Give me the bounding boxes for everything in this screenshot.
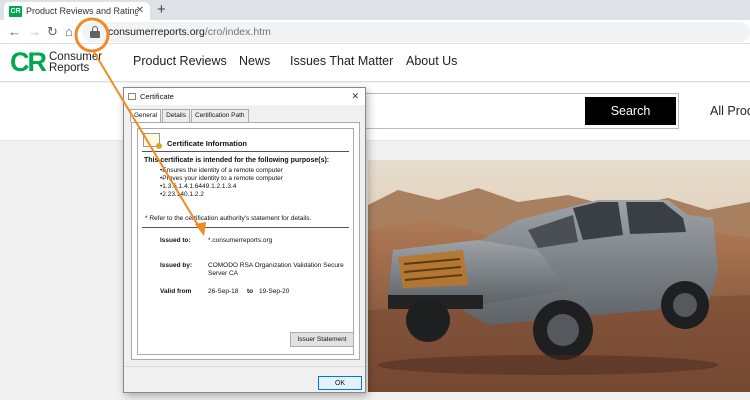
certificate-icon [128,93,136,100]
back-icon[interactable]: ← [8,24,21,39]
url-path: /cro/index.htm [204,26,271,38]
purpose-list: Ensures the identity of a remote compute… [160,167,283,199]
list-item: Ensures the identity of a remote compute… [160,167,283,175]
certificate-tabs: General Details Certification Path [130,109,365,122]
divider [142,151,349,152]
logo-mark: CR [10,47,47,77]
logo-wordmark: Consumer Reports [49,51,102,74]
dialog-footer: OK [124,366,365,392]
valid-to-label: to [247,288,254,295]
issuer-statement-button[interactable]: Issuer Statement [290,332,354,347]
certificate-dialog: Certificate ✕ General Details Certificat… [123,87,366,393]
ok-button[interactable]: OK [318,376,362,390]
search-button[interactable]: Search [585,97,676,125]
issued-by-value: COMODO RSA Organization Validation Secur… [208,262,344,277]
reload-icon[interactable]: ↻ [47,24,58,40]
address-bar[interactable]: consumerreports.org/cro/index.htm [82,22,750,42]
tab-general[interactable]: General [130,109,162,122]
valid-from-value: 26-Sep-18 [208,288,239,295]
pickup-truck-photo [368,160,750,392]
home-icon[interactable]: ⌂ [65,24,73,39]
valid-to-value: 19-Sep-20 [259,288,290,295]
certificate-titlebar[interactable]: Certificate ✕ [124,88,365,105]
certificate-info-heading: Certificate Information [167,139,248,148]
browser-tab-strip: CR Product Reviews and Ratings - C ✕ + [0,0,750,20]
cr-favicon-icon: CR [9,5,22,17]
issued-to-value: *.consumerreports.org [208,237,273,244]
close-icon[interactable]: ✕ [351,91,359,102]
certificate-info-box: Certificate Information This certificate… [137,128,354,355]
tab-title: Product Reviews and Ratings - C [26,6,138,16]
purpose-heading: This certificate is intended for the fol… [144,157,330,164]
list-item: 1.3.6.1.4.1.6449.1.2.1.3.4 [160,183,283,191]
search-band: Search All Prod [0,83,750,141]
close-icon[interactable]: ✕ [136,5,144,16]
certificate-badge-icon [143,133,162,149]
url-domain: consumerreports.org [108,26,205,38]
hero-image[interactable] [368,160,750,392]
site-header: CR Consumer Reports Product Reviews News… [0,44,750,82]
nav-issues-that-matter[interactable]: Issues That Matter [290,54,393,68]
list-item: Proves your identity to a remote compute… [160,175,283,183]
nav-about-us[interactable]: About Us [406,54,457,68]
new-tab-icon[interactable]: + [157,1,166,18]
issued-by-label: Issued by: [160,262,193,269]
issued-to-label: Issued to: [160,237,191,244]
tab-certification-path[interactable]: Certification Path [191,109,249,122]
divider [142,227,349,228]
reference-note: * Refer to the certification authority's… [145,215,312,222]
valid-from-label: Valid from [160,288,192,295]
forward-icon[interactable]: → [28,24,41,39]
tab-details[interactable]: Details [162,109,190,122]
list-item: 2.23.140.1.2.2 [160,191,283,199]
browser-toolbar: ← → ↻ ⌂ consumerreports.org/cro/index.ht… [0,20,750,44]
consumer-reports-logo[interactable]: CR Consumer Reports [10,49,102,76]
general-panel: Certificate Information This certificate… [131,122,360,360]
all-products-link[interactable]: All Prod [710,104,750,118]
browser-tab[interactable]: CR Product Reviews and Ratings - C ✕ [4,2,150,20]
logo-line2: Reports [49,61,90,74]
certificate-window-title: Certificate [140,92,174,101]
nav-product-reviews[interactable]: Product Reviews [133,54,227,68]
nav-news[interactable]: News [239,54,270,68]
lock-icon[interactable] [90,26,100,38]
